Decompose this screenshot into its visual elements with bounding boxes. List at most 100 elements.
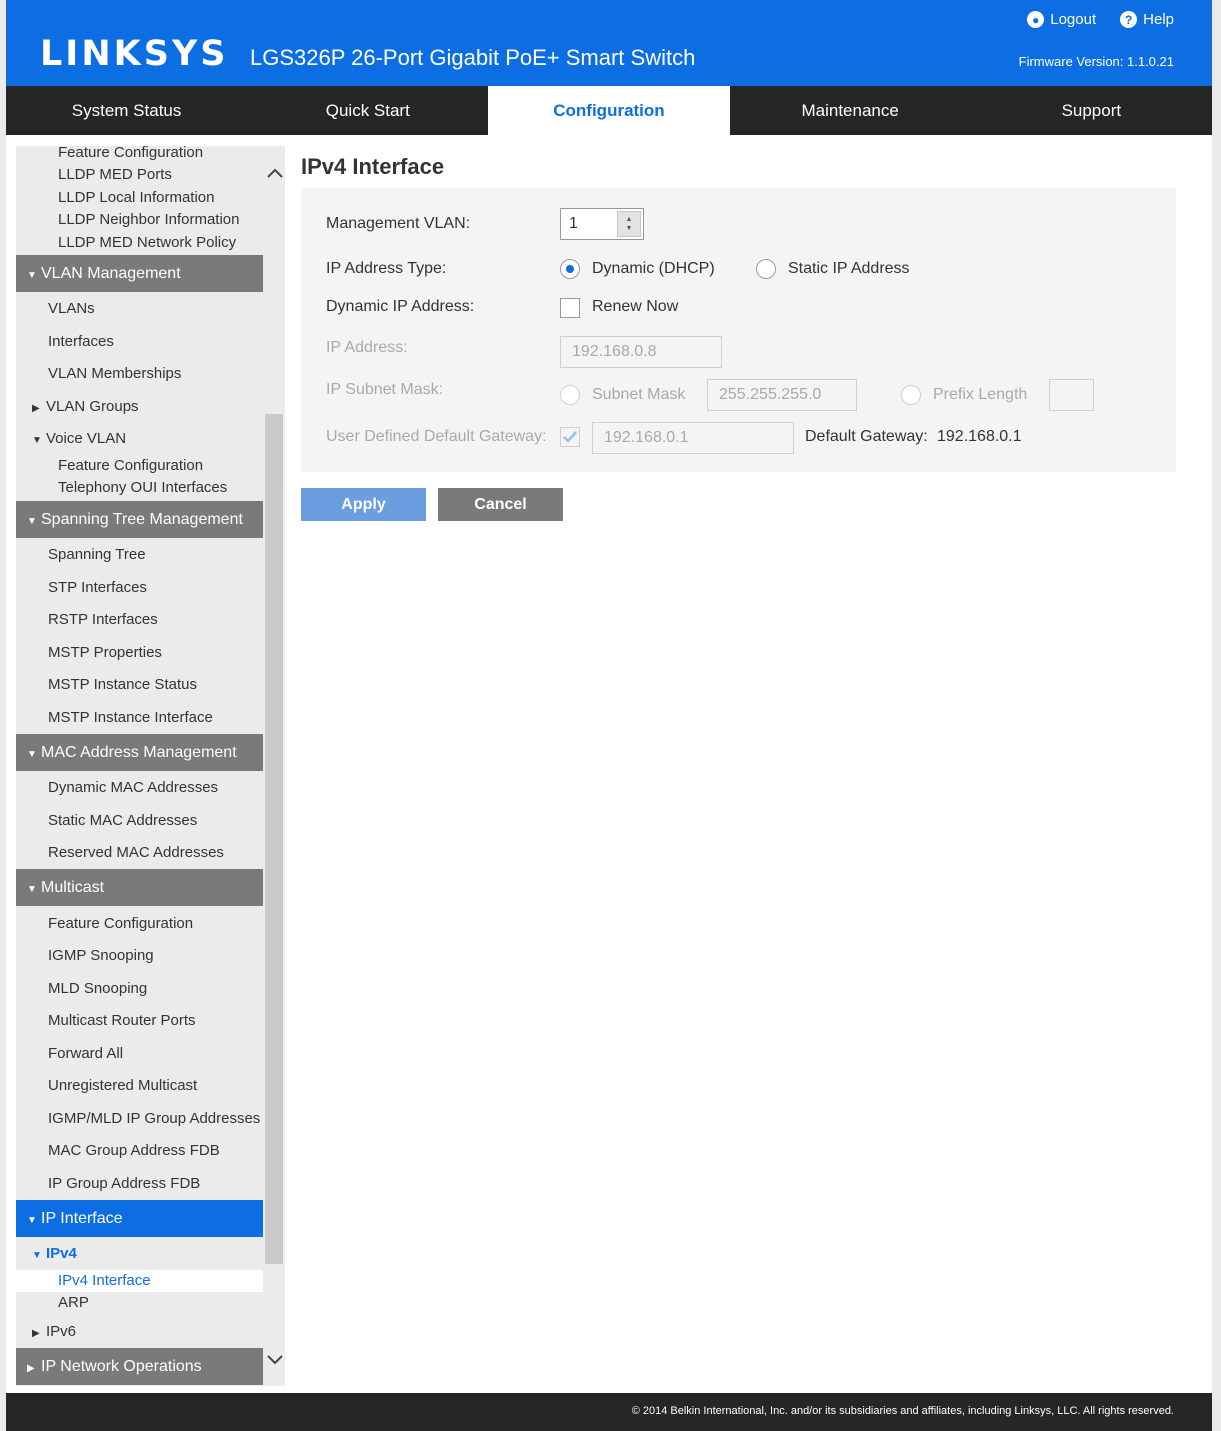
sidebar-section-mac-address-management[interactable]: ▼ MAC Address Management [16, 734, 263, 771]
sidebar-group-label: IPv6 [46, 1323, 77, 1340]
sidebar-item-mac-group-address-fdb[interactable]: MAC Group Address FDB [16, 1142, 263, 1159]
sidebar-item-lldp-neighbor-information[interactable]: LLDP Neighbor Information [16, 211, 263, 228]
logout-label: Logout [1050, 11, 1097, 28]
scroll-up-icon[interactable] [267, 166, 283, 180]
sidebar-section-label: IP Network Operations [41, 1358, 202, 1375]
checkmark-icon [563, 431, 577, 443]
sidebar-item-telephony-oui-interfaces[interactable]: Telephony OUI Interfaces [16, 479, 263, 496]
ip-address-label: IP Address: [326, 339, 408, 356]
sidebar-group-voice-vlan[interactable]: ▼ Voice VLAN [16, 430, 263, 447]
sidebar-scrollbar[interactable] [265, 146, 285, 1386]
apply-button[interactable]: Apply [301, 488, 426, 521]
sidebar-item-stp-interfaces[interactable]: STP Interfaces [16, 579, 263, 596]
management-vlan-spinner[interactable]: 1 ▲ ▼ [560, 208, 644, 240]
sidebar-item-igmp-mld-ip-group-addresses[interactable]: IGMP/MLD IP Group Addresses [16, 1110, 263, 1127]
caret-down-icon: ▼ [27, 749, 37, 760]
subnet-mask-value: 255.255.255.0 [719, 386, 822, 403]
sidebar-section-ip-network-operations[interactable]: ▶ IP Network Operations [16, 1348, 263, 1385]
sidebar-item-lldp-med-ports[interactable]: LLDP MED Ports [16, 166, 263, 183]
ip-address-type-label: IP Address Type: [326, 260, 447, 277]
subnet-mask-radio[interactable] [560, 385, 580, 405]
sidebar-item-reserved-mac-addresses[interactable]: Reserved MAC Addresses [16, 844, 263, 861]
product-title: LGS326P 26-Port Gigabit PoE+ Smart Switc… [250, 45, 696, 70]
logout-link[interactable]: ● Logout [1027, 11, 1096, 28]
sidebar-item-mstp-properties[interactable]: MSTP Properties [16, 644, 263, 661]
tab-support[interactable]: Support [971, 86, 1212, 135]
sidebar-item-mld-snooping[interactable]: MLD Snooping [16, 980, 263, 997]
sidebar-item-voice-feature-configuration[interactable]: Feature Configuration [16, 457, 263, 474]
sidebar-section-spanning-tree-management[interactable]: ▼ Spanning Tree Management [16, 501, 263, 538]
sidebar-item-vlan-memberships[interactable]: VLAN Memberships [16, 365, 263, 382]
sidebar-item-mstp-instance-interface[interactable]: MSTP Instance Interface [16, 709, 263, 726]
sidebar-section-multicast[interactable]: ▼ Multicast [16, 869, 263, 906]
cancel-button[interactable]: Cancel [438, 488, 563, 521]
subnet-mask-field[interactable]: 255.255.255.0 [707, 379, 857, 411]
sidebar-section-label: IP Interface [41, 1210, 123, 1227]
tab-maintenance[interactable]: Maintenance [730, 86, 971, 135]
user-defined-gateway-checkbox[interactable] [560, 427, 580, 447]
tab-system-status[interactable]: System Status [6, 86, 247, 135]
sidebar-item-unregistered-multicast[interactable]: Unregistered Multicast [16, 1077, 263, 1094]
sidebar-item-ip-group-address-fdb[interactable]: IP Group Address FDB [16, 1175, 263, 1192]
sidebar-item-igmp-snooping[interactable]: IGMP Snooping [16, 947, 263, 964]
user-defined-gateway-label: User Defined Default Gateway: [326, 428, 547, 445]
dhcp-option-label: Dynamic (DHCP) [592, 260, 715, 277]
dhcp-radio[interactable] [560, 259, 580, 279]
sidebar-item-rstp-interfaces[interactable]: RSTP Interfaces [16, 611, 263, 628]
sidebar-group-ipv6[interactable]: ▶ IPv6 [16, 1323, 263, 1340]
sidebar-item-interfaces[interactable]: Interfaces [16, 333, 263, 350]
sidebar-item-lldp-feature-configuration[interactable]: Feature Configuration [16, 146, 263, 161]
sidebar-item-arp[interactable]: ARP [16, 1294, 263, 1311]
sidebar-item-lldp-local-information[interactable]: LLDP Local Information [16, 189, 263, 206]
copyright-text: © 2014 Belkin International, Inc. and/or… [631, 1405, 1174, 1417]
spinner-buttons[interactable]: ▲ ▼ [617, 211, 641, 237]
sidebar-section-ip-interface[interactable]: ▼ IP Interface [16, 1200, 263, 1237]
sidebar-item-multicast-feature-configuration[interactable]: Feature Configuration [16, 915, 263, 932]
lock-icon: ● [1027, 11, 1045, 28]
ipv4-form: Management VLAN: 1 ▲ ▼ IP Address Type: … [301, 188, 1176, 472]
caret-down-icon: ▼ [27, 884, 37, 895]
prefix-length-field[interactable] [1049, 379, 1094, 411]
sidebar-section-label: MAC Address Management [41, 744, 237, 761]
spin-up-icon[interactable]: ▲ [626, 215, 633, 224]
spin-down-icon[interactable]: ▼ [626, 224, 633, 233]
linksys-logo: LINKSYS [40, 34, 229, 74]
help-link[interactable]: ? Help [1120, 11, 1174, 28]
management-vlan-value: 1 [569, 215, 578, 232]
sidebar-group-label: Voice VLAN [46, 430, 127, 447]
tab-configuration[interactable]: Configuration [488, 86, 730, 135]
scroll-down-icon[interactable] [267, 1353, 283, 1367]
sidebar-section-vlan-management[interactable]: ▼ VLAN Management [16, 255, 263, 292]
sidebar-item-mstp-instance-status[interactable]: MSTP Instance Status [16, 676, 263, 693]
sidebar-item-vlans[interactable]: VLANs [16, 300, 263, 317]
sidebar-item-dynamic-mac-addresses[interactable]: Dynamic MAC Addresses [16, 779, 263, 796]
caret-down-icon: ▼ [27, 1215, 37, 1226]
sidebar-item-ipv4-interface[interactable]: IPv4 Interface [16, 1270, 263, 1292]
gateway-value: 192.168.0.1 [604, 429, 689, 446]
caret-right-icon: ▶ [27, 1363, 35, 1374]
ip-subnet-mask-label: IP Subnet Mask: [326, 381, 444, 398]
caret-down-icon: ▼ [27, 270, 37, 281]
caret-right-icon: ▶ [32, 1328, 40, 1339]
sidebar-item-static-mac-addresses[interactable]: Static MAC Addresses [16, 812, 263, 829]
ip-address-value: 192.168.0.8 [572, 343, 657, 360]
static-ip-radio[interactable] [756, 259, 776, 279]
sidebar-group-ipv4[interactable]: ▼ IPv4 [16, 1245, 263, 1262]
sidebar-menu: Feature Configuration LLDP MED Ports LLD… [16, 146, 263, 1386]
footer: © 2014 Belkin International, Inc. and/or… [6, 1393, 1212, 1431]
renew-now-label: Renew Now [592, 298, 679, 315]
firmware-version: Firmware Version: 1.1.0.21 [1018, 54, 1174, 69]
header-bar: LINKSYS LGS326P 26-Port Gigabit PoE+ Sma… [6, 0, 1212, 86]
scrollbar-thumb[interactable] [265, 414, 283, 1264]
renew-now-checkbox[interactable] [560, 298, 580, 318]
default-gateway-value: 192.168.0.1 [937, 428, 1022, 445]
sidebar-group-vlan-groups[interactable]: ▶ VLAN Groups [16, 398, 263, 415]
ip-address-field[interactable]: 192.168.0.8 [560, 336, 722, 368]
sidebar-item-lldp-med-network-policy[interactable]: LLDP MED Network Policy [16, 234, 263, 251]
prefix-length-radio[interactable] [901, 385, 921, 405]
sidebar-item-forward-all[interactable]: Forward All [16, 1045, 263, 1062]
sidebar-item-multicast-router-ports[interactable]: Multicast Router Ports [16, 1012, 263, 1029]
gateway-field[interactable]: 192.168.0.1 [592, 422, 794, 454]
tab-quick-start[interactable]: Quick Start [247, 86, 488, 135]
sidebar-item-spanning-tree[interactable]: Spanning Tree [16, 546, 263, 563]
